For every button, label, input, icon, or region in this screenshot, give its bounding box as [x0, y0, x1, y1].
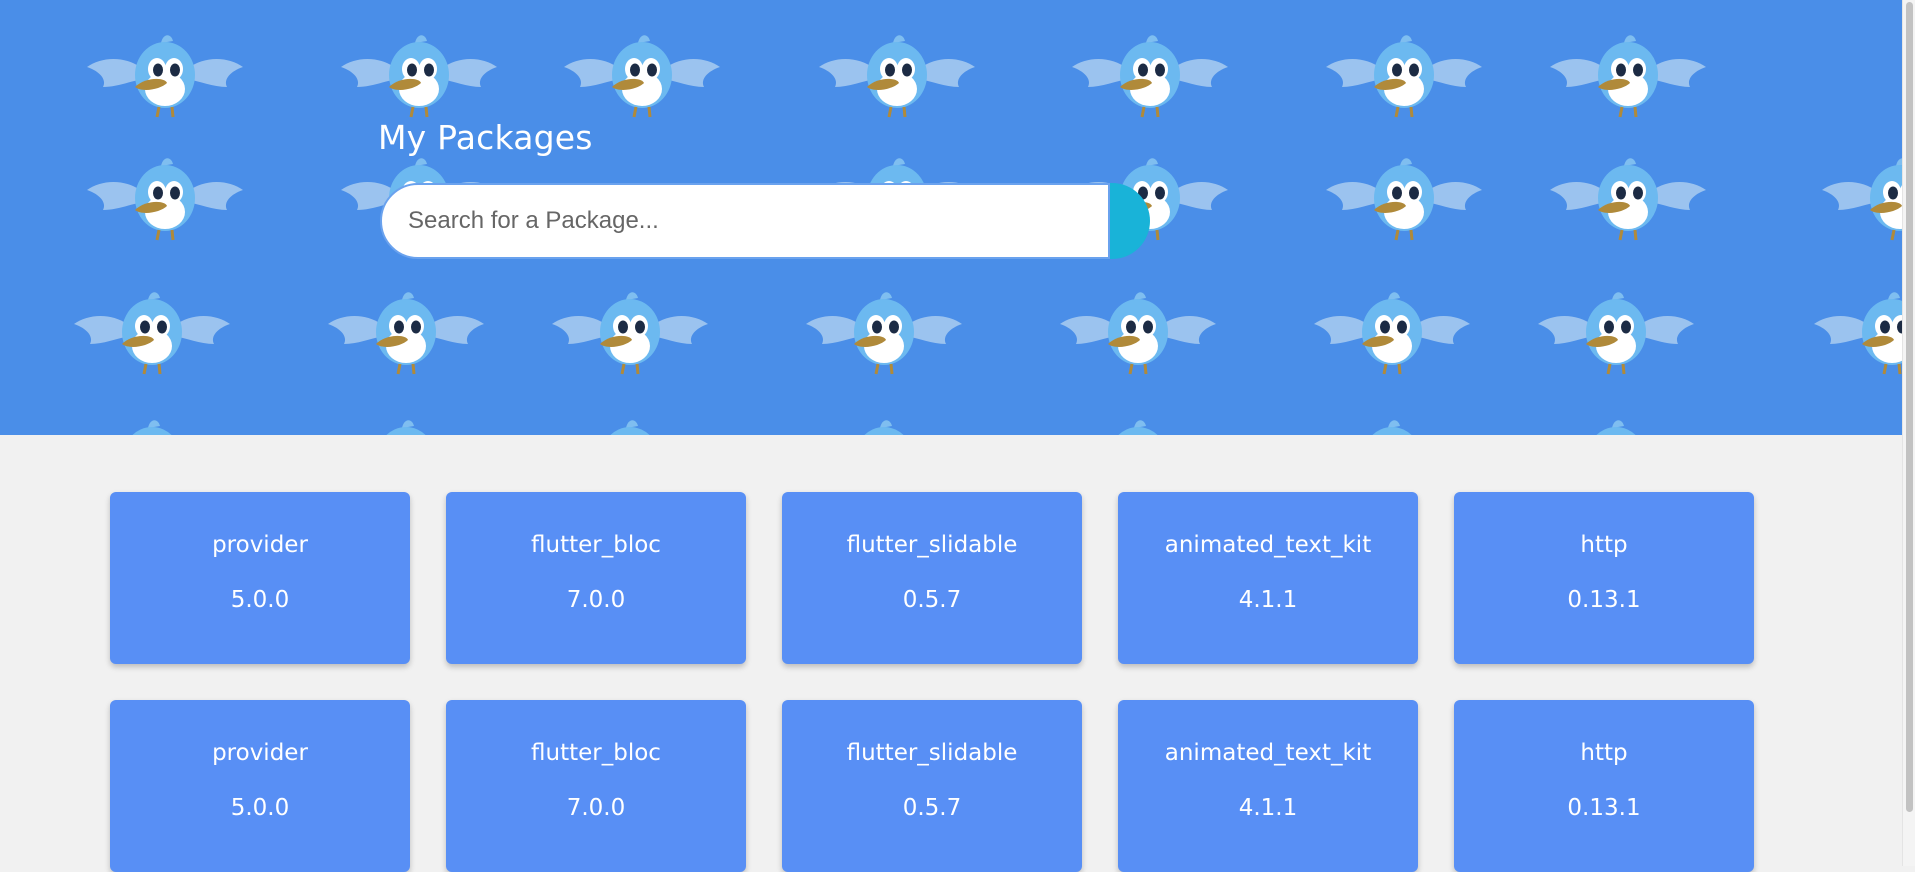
package-name: flutter_slidable [846, 532, 1018, 558]
package-version: 4.1.1 [1238, 587, 1298, 613]
package-name: animated_text_kit [1164, 532, 1372, 558]
package-card-provider[interactable]: provider 5.0.0 [110, 700, 410, 872]
package-version: 7.0.0 [566, 795, 626, 821]
package-card-flutter-slidable[interactable]: flutter_slidable 0.5.7 [782, 700, 1082, 872]
package-version: 0.5.7 [902, 587, 962, 613]
package-name: provider [212, 532, 308, 558]
search-button[interactable] [1110, 183, 1150, 259]
package-version: 0.5.7 [902, 795, 962, 821]
package-card-flutter-bloc[interactable]: flutter_bloc 7.0.0 [446, 700, 746, 872]
search-bar [380, 183, 1150, 259]
package-name: flutter_slidable [846, 740, 1018, 766]
page-title: My Packages [378, 118, 593, 157]
package-name: animated_text_kit [1164, 740, 1372, 766]
package-name: http [1580, 740, 1628, 766]
package-card-flutter-bloc[interactable]: flutter_bloc 7.0.0 [446, 492, 746, 664]
scrollbar-thumb[interactable] [1906, 2, 1913, 812]
package-card-animated-text-kit[interactable]: animated_text_kit 4.1.1 [1118, 700, 1418, 872]
package-grid: provider 5.0.0 flutter_bloc 7.0.0 flutte… [110, 492, 1755, 872]
search-input[interactable] [380, 183, 1110, 259]
package-version: 4.1.1 [1238, 795, 1298, 821]
package-card-http[interactable]: http 0.13.1 [1454, 700, 1754, 872]
package-name: flutter_bloc [531, 740, 661, 766]
package-name: http [1580, 532, 1628, 558]
package-version: 5.0.0 [230, 587, 290, 613]
package-version: 0.13.1 [1567, 795, 1641, 821]
package-card-provider[interactable]: provider 5.0.0 [110, 492, 410, 664]
package-card-flutter-slidable[interactable]: flutter_slidable 0.5.7 [782, 492, 1082, 664]
package-name: provider [212, 740, 308, 766]
package-version: 5.0.0 [230, 795, 290, 821]
package-card-http[interactable]: http 0.13.1 [1454, 492, 1754, 664]
page-scrollbar[interactable] [1902, 0, 1915, 866]
package-version: 7.0.0 [566, 587, 626, 613]
package-name: flutter_bloc [531, 532, 661, 558]
hero-banner: My Packages [0, 0, 1902, 435]
package-card-animated-text-kit[interactable]: animated_text_kit 4.1.1 [1118, 492, 1418, 664]
package-version: 0.13.1 [1567, 587, 1641, 613]
